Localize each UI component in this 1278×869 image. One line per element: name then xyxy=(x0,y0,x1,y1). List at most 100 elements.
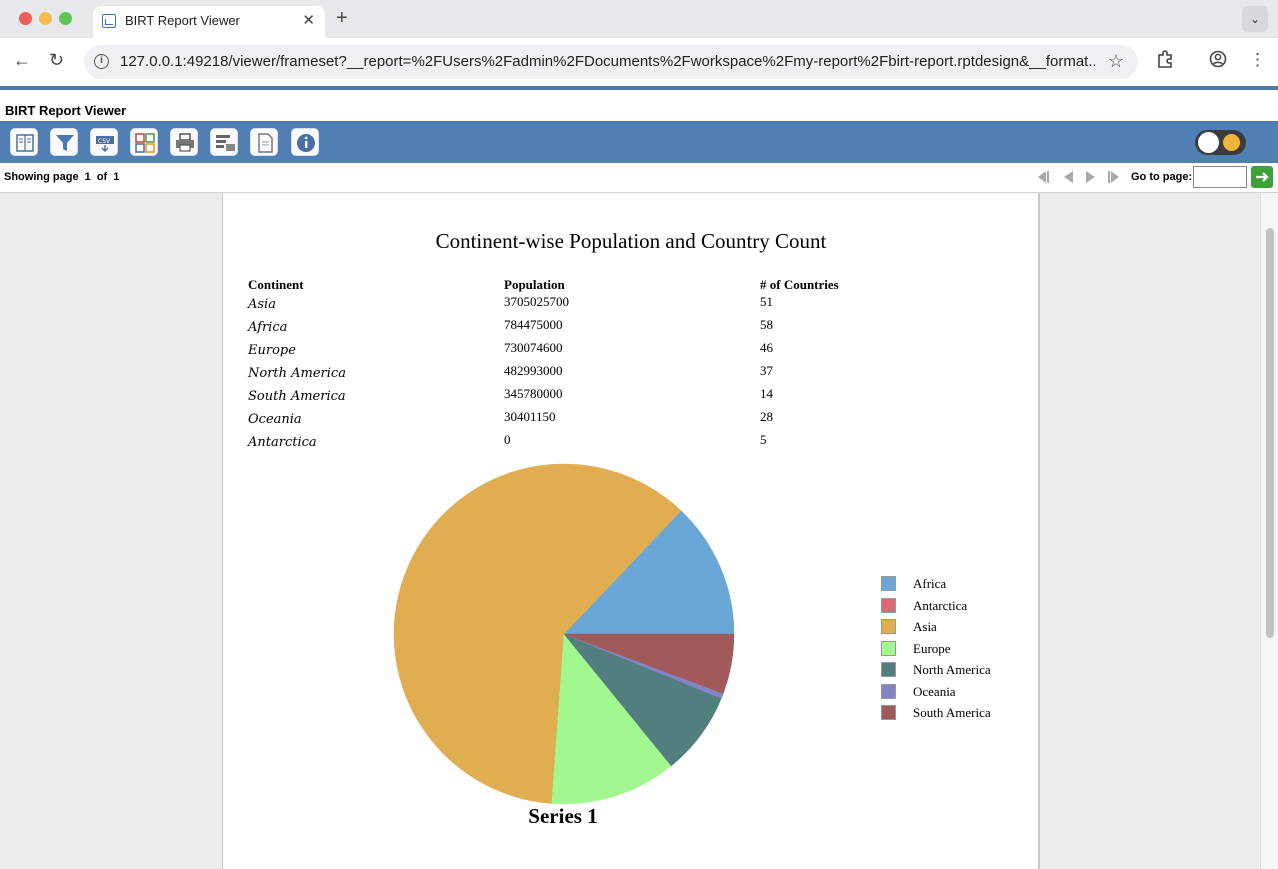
legend-label: Antarctica xyxy=(913,597,968,613)
reload-icon[interactable]: ↻ xyxy=(49,50,64,71)
goto-page-button[interactable] xyxy=(1251,166,1273,188)
of-label: of xyxy=(96,171,108,183)
legend-swatch xyxy=(881,619,896,634)
cell-country-count: 14 xyxy=(760,386,773,401)
cell-population: 482993000 xyxy=(504,363,563,378)
site-info-icon[interactable]: i xyxy=(94,54,109,69)
arrow-right-icon xyxy=(1256,172,1269,182)
window-minimize-button[interactable] xyxy=(39,12,52,25)
legend-label: Oceania xyxy=(913,683,956,699)
table-row: Oceania 30401150 28 xyxy=(223,409,1039,432)
cell-country-count: 28 xyxy=(760,409,773,424)
browser-menu-kebab-icon[interactable]: ⋮ xyxy=(1249,50,1266,70)
current-page-number: 1 xyxy=(84,171,91,183)
bookmark-star-icon[interactable]: ☆ xyxy=(1108,51,1124,72)
legend-label: North America xyxy=(913,662,991,677)
report-favicon-icon xyxy=(102,14,116,28)
cell-country-count: 37 xyxy=(760,363,773,378)
cell-country-count: 51 xyxy=(760,294,773,309)
viewer-title: BIRT Report Viewer xyxy=(5,103,127,118)
table-row: Asia 3705025700 51 xyxy=(223,294,1039,317)
cell-continent: Asia xyxy=(248,297,276,312)
next-page-icon[interactable] xyxy=(1082,169,1100,185)
report-title: Continent-wise Population and Country Co… xyxy=(435,229,827,253)
report-icon[interactable] xyxy=(250,128,278,156)
scrollbar-thumb[interactable] xyxy=(1266,228,1274,638)
cell-continent: North America xyxy=(248,366,346,381)
total-pages-number: 1 xyxy=(113,171,120,183)
column-header-population: Population xyxy=(504,277,565,292)
tab-search-chevron-icon[interactable]: ⌄ xyxy=(1242,6,1268,32)
legend-label: South America xyxy=(913,705,991,720)
cell-country-count: 46 xyxy=(760,340,773,355)
tab-title: BIRT Report Viewer xyxy=(125,13,240,28)
svg-text:CSV: CSV xyxy=(98,138,111,145)
table-row: Antarctica 0 5 xyxy=(223,432,1039,455)
page-navigation-bar: Showing page 1 of 1 Go to page: xyxy=(0,163,1278,193)
legend-swatch xyxy=(881,705,896,720)
last-page-icon[interactable] xyxy=(1106,169,1124,185)
showing-page-label: Showing page xyxy=(4,171,79,183)
print-icon[interactable] xyxy=(170,128,198,156)
viewer-toolbar: CSV xyxy=(0,121,1278,163)
info-icon[interactable] xyxy=(291,128,319,156)
parameters-icon[interactable] xyxy=(50,128,78,156)
cell-country-count: 58 xyxy=(760,317,773,332)
address-bar[interactable]: i 127.0.0.1:49218/viewer/frameset?__repo… xyxy=(84,45,1138,79)
legend-label: Europe xyxy=(913,640,951,656)
table-row: South America 345780000 14 xyxy=(223,386,1039,409)
window-zoom-button[interactable] xyxy=(59,12,72,25)
cell-continent: South America xyxy=(248,389,346,404)
extensions-puzzle-icon[interactable] xyxy=(1156,50,1174,73)
legend-label: Asia xyxy=(913,619,937,634)
legend-swatch xyxy=(881,597,896,613)
previous-page-icon[interactable] xyxy=(1059,169,1077,185)
new-tab-icon[interactable]: + xyxy=(336,7,348,30)
toc-icon[interactable] xyxy=(10,128,38,156)
toggle-knob xyxy=(1198,132,1219,153)
goto-page-label: Go to page: xyxy=(1131,171,1193,183)
cell-continent: Oceania xyxy=(248,412,302,427)
cell-population: 345780000 xyxy=(504,386,563,401)
profile-avatar-icon[interactable] xyxy=(1209,50,1227,73)
legend-swatch xyxy=(881,683,896,699)
url-text[interactable]: 127.0.0.1:49218/viewer/frameset?__report… xyxy=(120,53,1095,70)
tab-close-icon[interactable]: ✕ xyxy=(302,11,315,29)
cell-population: 0 xyxy=(504,432,511,447)
cell-population: 3705025700 xyxy=(504,294,569,309)
export-report-icon[interactable] xyxy=(130,128,158,156)
legend-swatch xyxy=(881,662,896,677)
browser-tab[interactable]: BIRT Report Viewer ✕ xyxy=(93,6,325,38)
window-close-button[interactable] xyxy=(19,12,32,25)
browser-toolbar: ← ↻ i 127.0.0.1:49218/viewer/frameset?__… xyxy=(0,38,1278,86)
sun-icon xyxy=(1223,134,1240,151)
cell-continent: Antarctica xyxy=(248,435,317,450)
report-page: Continent-wise Population and Country Co… xyxy=(222,193,1040,869)
table-row: Europe 730074600 46 xyxy=(223,340,1039,363)
back-arrow-icon[interactable]: ← xyxy=(13,50,31,71)
first-page-icon[interactable] xyxy=(1033,169,1051,185)
cell-population: 784475000 xyxy=(504,317,563,332)
column-header-countries: # of Countries xyxy=(760,277,839,292)
export-data-icon[interactable]: CSV xyxy=(90,128,118,156)
cell-population: 30401150 xyxy=(504,409,556,424)
legend-label: Africa xyxy=(913,576,947,591)
legend-swatch xyxy=(881,576,896,591)
page-status: Showing page 1 of 1 xyxy=(4,171,119,183)
theme-toggle[interactable] xyxy=(1195,130,1246,155)
report-canvas: Continent-wise Population and Country Co… xyxy=(0,193,1278,869)
browser-tab-bar: BIRT Report Viewer ✕ + ⌄ xyxy=(0,0,1278,38)
print-server-icon[interactable] xyxy=(210,128,238,156)
cell-continent: Europe xyxy=(248,343,296,358)
cell-population: 730074600 xyxy=(504,340,563,355)
series-label: Series 1 xyxy=(528,804,598,828)
legend-swatch xyxy=(881,640,896,656)
cell-continent: Africa xyxy=(248,320,288,335)
goto-page-input[interactable] xyxy=(1193,166,1247,188)
column-header-continent: Continent xyxy=(248,277,304,292)
cell-country-count: 5 xyxy=(760,432,767,447)
table-row: North America 482993000 37 xyxy=(223,363,1039,386)
table-row: Africa 784475000 58 xyxy=(223,317,1039,340)
header-divider xyxy=(0,86,1278,90)
vertical-scrollbar[interactable] xyxy=(1260,193,1278,869)
